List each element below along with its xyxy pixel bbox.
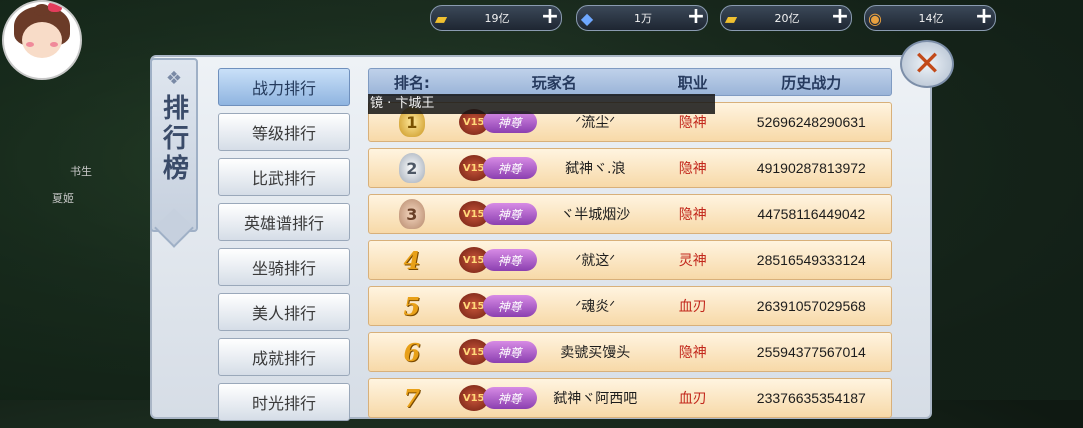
resource-bar-gold: ▰ 20亿 + <box>720 5 852 31</box>
title-badge: 神尊 <box>482 157 537 179</box>
rank-number: 7 <box>403 383 421 413</box>
player-job: 隐神 <box>678 207 707 223</box>
gold-ingot-icon: ▰ <box>724 8 738 28</box>
close-icon: ✕ <box>912 44 942 84</box>
tab-hero-ranking[interactable]: 英雄谱排行 <box>218 203 350 241</box>
tab-level-ranking[interactable]: 等级排行 <box>218 113 350 151</box>
table-header: 排名: 玩家名 职业 历史战力 <box>368 68 892 96</box>
resource-value: 1万 <box>634 12 652 25</box>
add-diamond-button[interactable]: + <box>685 6 707 29</box>
ranking-title-banner: ❖ 排行榜 <box>150 58 198 248</box>
title-badge: 神尊 <box>482 295 537 317</box>
player-name: ᐟ流尘ᐟ <box>575 115 616 131</box>
header-rank: 排名: <box>393 73 430 92</box>
add-gold-button[interactable]: + <box>829 6 851 29</box>
table-row[interactable]: 7 V15 神尊 弑神ヾ阿西吧 血刃 23376635354187 <box>368 378 892 418</box>
avatar-bow <box>48 2 62 12</box>
gold-ingot-lock-icon: ▰ <box>434 8 448 28</box>
player-power: 23376635354187 <box>756 390 866 406</box>
ranking-tabs: 战力排行 等级排行 比武排行 英雄谱排行 坐骑排行 美人排行 成就排行 时光排行 <box>218 68 352 428</box>
player-cell: V15 神尊 弑神ヾ.浪 <box>455 155 654 181</box>
panel-title: 排行榜 <box>158 94 189 184</box>
player-job: 隐神 <box>678 161 707 177</box>
player-avatar[interactable] <box>2 0 82 80</box>
resource-bar-coin: ◉ 14亿 + <box>864 5 996 31</box>
close-button[interactable]: ✕ <box>900 40 954 88</box>
player-power: 26391057029568 <box>756 298 866 314</box>
side-name-1: 书生 <box>70 165 92 178</box>
player-power: 28516549333124 <box>756 252 866 268</box>
resource-value: 14亿 <box>918 12 944 25</box>
player-name: 弑神ヾ.浪 <box>565 161 626 177</box>
player-name: 弑神ヾ阿西吧 <box>553 391 638 407</box>
avatar-cheek <box>50 42 58 47</box>
avatar-face <box>22 22 62 58</box>
rank-cell: 7 <box>369 384 455 413</box>
player-job: 血刃 <box>678 299 707 315</box>
title-badge: 神尊 <box>482 249 537 271</box>
resource-bar-gold-locked: ▰ 19亿 + <box>430 5 562 31</box>
player-name: ᐟ魂炎ᐟ <box>575 299 616 315</box>
player-power: 52696248290631 <box>756 114 866 130</box>
header-player: 玩家名 <box>531 73 577 92</box>
tab-duel-ranking[interactable]: 比武排行 <box>218 158 350 196</box>
player-job: 隐神 <box>678 115 707 131</box>
rank-cell: 4 <box>369 246 455 275</box>
player-cell: V15 神尊 ᐟ就这ᐟ <box>455 247 654 273</box>
avatar-cheek <box>26 42 34 47</box>
player-cell: V15 神尊 ヾ半城烟沙 <box>455 201 654 227</box>
rank-cell: 6 <box>369 338 455 367</box>
side-name-2: 夏姬 <box>52 192 74 205</box>
rank-number: 6 <box>403 337 421 367</box>
ornament-icon: ❖ <box>165 68 183 89</box>
player-name: 卖號买馒头 <box>560 345 631 361</box>
title-badge: 神尊 <box>482 111 537 133</box>
table-row[interactable]: 3 V15 神尊 ヾ半城烟沙 隐神 44758116449042 <box>368 194 892 234</box>
player-job: 血刃 <box>678 391 707 407</box>
add-coin-button[interactable]: + <box>973 6 995 29</box>
ranking-table: 排名: 玩家名 职业 历史战力 1 V15 神尊 ᐟ流尘ᐟ 隐神 5269624… <box>368 68 892 418</box>
player-cell: V15 神尊 ᐟ魂炎ᐟ <box>455 293 654 319</box>
tab-time-ranking[interactable]: 时光排行 <box>218 383 350 421</box>
tab-achievement-ranking[interactable]: 成就排行 <box>218 338 350 376</box>
header-power: 历史战力 <box>781 73 842 92</box>
add-gold-locked-button[interactable]: + <box>539 6 561 29</box>
player-cell: V15 神尊 卖號买馒头 <box>455 339 654 365</box>
tab-mount-ranking[interactable]: 坐骑排行 <box>218 248 350 286</box>
rank-cell: 5 <box>369 292 455 321</box>
tab-beauty-ranking[interactable]: 美人排行 <box>218 293 350 331</box>
bronze-medal-icon: 3 <box>398 199 425 229</box>
player-power: 25594377567014 <box>756 344 866 360</box>
resource-value: 19亿 <box>484 12 510 25</box>
resource-value: 20亿 <box>774 12 800 25</box>
title-badge: 神尊 <box>482 341 537 363</box>
player-name: ヾ半城烟沙 <box>560 207 631 223</box>
table-row[interactable]: 4 V15 神尊 ᐟ就这ᐟ 灵神 28516549333124 <box>368 240 892 280</box>
table-row[interactable]: 6 V15 神尊 卖號买馒头 隐神 25594377567014 <box>368 332 892 372</box>
title-badge: 神尊 <box>482 203 537 225</box>
header-job: 职业 <box>677 73 708 92</box>
resource-bar-diamond: ◆ 1万 + <box>576 5 708 31</box>
rank-number: 5 <box>403 291 421 321</box>
table-row[interactable]: 2 V15 神尊 弑神ヾ.浪 隐神 49190287813972 <box>368 148 892 188</box>
player-tooltip: 镜 · 卞城王 <box>368 94 715 114</box>
rank-cell: 2 <box>369 153 455 183</box>
title-badge: 神尊 <box>482 387 537 409</box>
player-cell: V15 神尊 弑神ヾ阿西吧 <box>455 385 654 411</box>
player-job: 隐神 <box>678 345 707 361</box>
silver-medal-icon: 2 <box>398 153 425 183</box>
table-row[interactable]: 5 V15 神尊 ᐟ魂炎ᐟ 血刃 26391057029568 <box>368 286 892 326</box>
coin-icon: ◉ <box>868 8 882 28</box>
diamond-icon: ◆ <box>580 8 594 28</box>
player-name: ᐟ就这ᐟ <box>575 253 616 269</box>
rank-cell: 3 <box>369 199 455 229</box>
player-power: 44758116449042 <box>757 206 866 222</box>
tab-power-ranking[interactable]: 战力排行 <box>218 68 350 106</box>
player-power: 49190287813972 <box>756 160 866 176</box>
rank-number: 4 <box>403 245 421 275</box>
player-job: 灵神 <box>678 253 707 269</box>
